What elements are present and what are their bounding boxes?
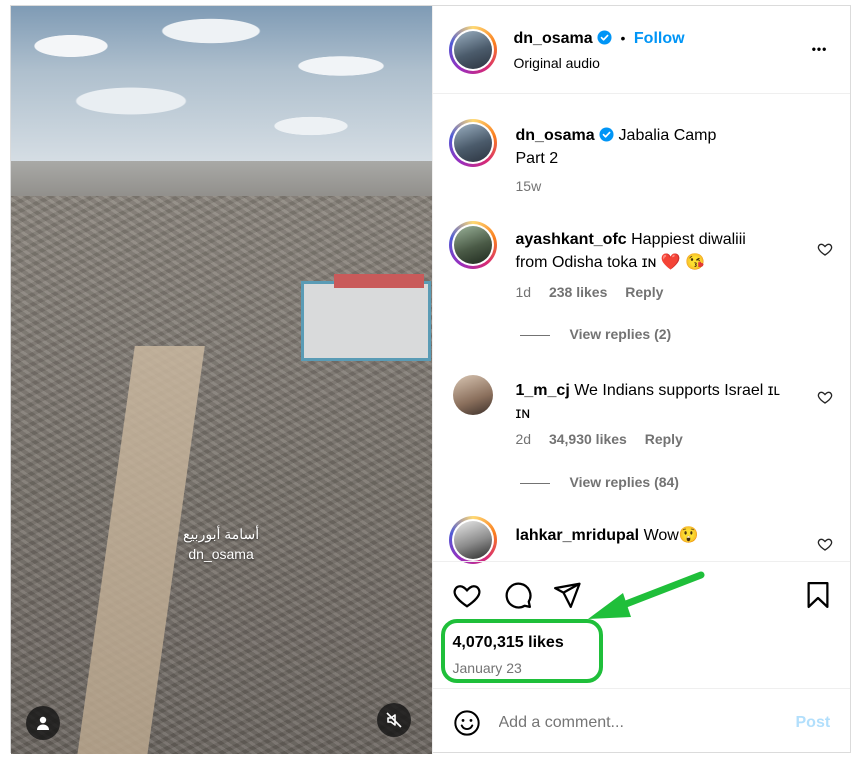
like-heart-icon[interactable] — [452, 580, 482, 610]
like-comment-heart-icon[interactable] — [817, 241, 833, 257]
post-details-panel: dn_osama • Follow Original audio ••• dn_… — [431, 6, 850, 754]
comment-avatar[interactable] — [452, 375, 493, 415]
comment-bubble-icon[interactable] — [503, 580, 533, 610]
comment-username[interactable]: ayashkant_ofc — [516, 231, 627, 248]
comment-2: 1_m_cj We Indians supports Israel ɪʟ ɪɴ — [516, 379, 816, 425]
verified-badge-icon — [597, 30, 612, 45]
save-bookmark-icon[interactable] — [803, 580, 833, 610]
like-comment-heart-icon[interactable] — [817, 389, 833, 405]
comment-text: Wow😲 — [643, 527, 699, 544]
comment-username[interactable]: 1_m_cj — [516, 382, 570, 399]
comment-text-line2: ɪɴ — [515, 405, 531, 422]
sky-area — [11, 6, 432, 166]
like-comment-heart-icon[interactable] — [817, 536, 833, 552]
verified-badge-icon — [599, 127, 614, 142]
author-avatar[interactable] — [448, 26, 497, 74]
tagged-users-button[interactable] — [26, 706, 60, 740]
caption-text-line2: Part 2 — [515, 150, 559, 167]
comment-meta: 2d 34,930 likes Reply — [516, 431, 683, 447]
author-username[interactable]: dn_osama — [514, 30, 593, 47]
comment-avatar[interactable] — [448, 221, 497, 269]
comment-3: lahkar_mridupal Wow😲 — [516, 524, 816, 547]
reply-button[interactable]: Reply — [645, 431, 683, 447]
more-options-button[interactable]: ••• — [808, 42, 832, 56]
caption-time: 15w — [515, 178, 542, 194]
replies-divider-line — [519, 482, 550, 484]
city-horizon — [11, 161, 432, 201]
annotation-arrow — [587, 571, 704, 619]
comment-time: 2d — [515, 431, 532, 447]
view-replies-button[interactable]: View replies (2) — [519, 326, 671, 342]
emoji-icon[interactable] — [453, 709, 481, 737]
speaker-muted-icon — [386, 712, 402, 728]
comment-avatar[interactable] — [448, 516, 497, 564]
post-video[interactable]: أسامة أبوربيع dn_osama — [11, 6, 432, 754]
annotation-highlight-box — [440, 619, 603, 683]
view-replies-button[interactable]: View replies (84) — [519, 474, 679, 490]
caption-username[interactable]: dn_osama — [516, 127, 595, 144]
caption-avatar[interactable] — [448, 119, 497, 167]
comment-text: Happiest diwaliii — [631, 231, 746, 248]
user-icon — [37, 716, 49, 730]
comment-likes[interactable]: 238 likes — [549, 284, 607, 300]
comment-username[interactable]: lahkar_mridupal — [516, 527, 640, 544]
comment-text: We Indians supports Israel ɪʟ — [574, 382, 780, 399]
comment-meta: 1d 238 likes Reply — [516, 284, 664, 300]
damaged-building — [301, 274, 431, 361]
caption: dn_osama Jabalia Camp Part 2 — [516, 124, 836, 170]
post-comment-button[interactable]: Post — [796, 714, 831, 732]
author-line: dn_osama • Follow — [514, 30, 685, 48]
add-comment-bar: Post — [432, 688, 850, 754]
audio-label[interactable]: Original audio — [514, 55, 600, 71]
caption-text: Jabalia Camp — [618, 127, 717, 144]
comment-input[interactable] — [498, 709, 769, 737]
replies-divider-line — [519, 334, 550, 336]
reply-button[interactable]: Reply — [625, 284, 663, 300]
share-paper-plane-icon[interactable] — [552, 580, 582, 610]
mute-button[interactable] — [377, 703, 411, 737]
separator-dot: • — [620, 30, 626, 46]
video-watermark: أسامة أبوربيع dn_osama — [183, 526, 260, 562]
comment-1: ayashkant_ofc Happiest diwaliii from Odi… — [516, 228, 816, 274]
post-header: dn_osama • Follow Original audio ••• — [432, 6, 850, 94]
comment-likes[interactable]: 34,930 likes — [549, 431, 627, 447]
instagram-post: أسامة أبوربيع dn_osama dn_osama • Follow… — [10, 5, 851, 754]
comment-text-line2: from Odisha toka ɪɴ ❤️ 😘 — [515, 254, 706, 271]
follow-button[interactable]: Follow — [634, 30, 685, 47]
comment-time: 1d — [515, 284, 532, 300]
